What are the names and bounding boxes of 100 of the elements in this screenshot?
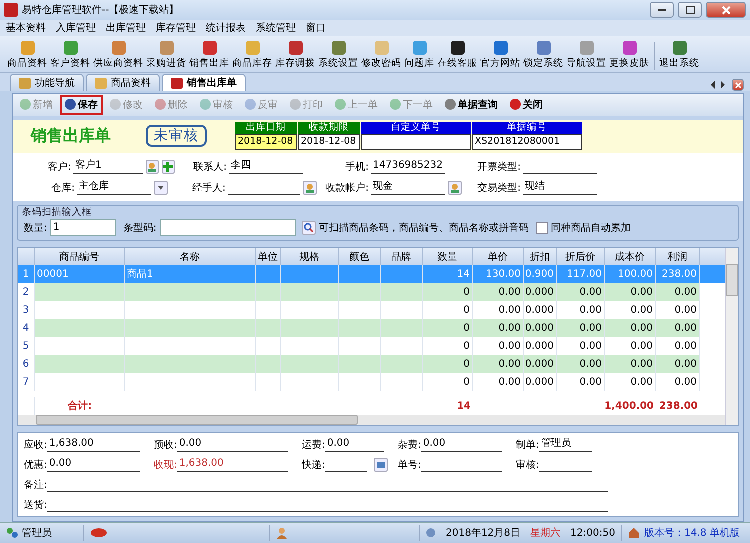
toolbar-button[interactable]: 系统设置 bbox=[317, 41, 360, 70]
toolbar-button[interactable]: 库存调拨 bbox=[274, 41, 317, 70]
table-cell: 0.00 bbox=[630, 322, 653, 334]
table-row[interactable]: 7 0 0.00 0.000 0.00 0.00 0.00 bbox=[18, 373, 725, 392]
toolbar-button[interactable]: 锁定系统 bbox=[522, 41, 565, 70]
checkbox[interactable] bbox=[536, 222, 548, 234]
field-label: 送货: bbox=[24, 498, 48, 512]
row-number: 7 bbox=[22, 376, 30, 388]
table-cell: 0.00 bbox=[580, 286, 602, 298]
input-field[interactable]: 0.00 bbox=[421, 437, 502, 452]
field-label: 预收: bbox=[154, 438, 178, 452]
toolbar-button[interactable]: 销售出库 bbox=[188, 41, 231, 70]
checkbox-label: 同种商品自动累加 bbox=[550, 222, 631, 235]
input-field[interactable]: 0.00 bbox=[325, 437, 384, 452]
toolbar-button[interactable]: 保存 bbox=[60, 94, 103, 115]
toolbar-button[interactable]: 商品库存 bbox=[231, 41, 274, 70]
close-button[interactable] bbox=[706, 2, 746, 18]
toolbar-button[interactable]: 采购进货 bbox=[145, 41, 188, 70]
toolbar-button[interactable]: 供应商资料 bbox=[92, 41, 145, 70]
close-icon bbox=[722, 6, 730, 14]
input-field[interactable]: 1 bbox=[50, 219, 116, 236]
toolbar-button[interactable]: 问题库 bbox=[403, 41, 436, 70]
input-field[interactable] bbox=[361, 134, 471, 150]
table-cell: 100.00 bbox=[618, 268, 653, 280]
add-button[interactable] bbox=[162, 160, 175, 174]
menu-item[interactable]: 窗口 bbox=[306, 21, 326, 35]
menu-item[interactable]: 入库管理 bbox=[56, 21, 96, 35]
menu-item[interactable]: 系统管理 bbox=[256, 21, 296, 35]
input-field[interactable]: 2018-12-08 bbox=[298, 134, 360, 150]
table-row[interactable]: 2 0 0.00 0.000 0.00 0.00 0.00 bbox=[18, 283, 725, 302]
date-text: 2018年12月8日 bbox=[446, 527, 521, 540]
menu-item[interactable]: 基本资料 bbox=[6, 21, 46, 35]
input-field[interactable]: 14736985232 bbox=[371, 159, 445, 174]
input-field[interactable]: 李四 bbox=[229, 159, 303, 174]
toolbar-button[interactable]: 客户资料 bbox=[49, 41, 92, 70]
field-label: 快递: bbox=[302, 458, 326, 472]
tab[interactable]: 销售出库单 bbox=[162, 74, 246, 91]
square-icon bbox=[112, 41, 126, 55]
input-field[interactable]: 2018-12-08 bbox=[235, 134, 297, 150]
table-cell: 14 bbox=[457, 268, 470, 280]
tab[interactable]: 功能导航 bbox=[10, 74, 84, 91]
square-icon bbox=[95, 78, 107, 88]
table-cell: 0.00 bbox=[674, 340, 697, 352]
toolbar-button[interactable]: 商品资料 bbox=[6, 41, 49, 70]
toolbar-button[interactable]: 退出系统 bbox=[658, 41, 701, 70]
input-field[interactable]: 管理员 bbox=[539, 437, 592, 452]
toolbar-button[interactable]: 官方网站 bbox=[479, 41, 522, 70]
input-field[interactable]: 0.00 bbox=[47, 457, 140, 472]
dropdown-button[interactable] bbox=[154, 180, 168, 195]
toolbar-button[interactable]: 在线客服 bbox=[436, 41, 479, 70]
lookup-button[interactable] bbox=[448, 180, 462, 195]
field-label: 客户: bbox=[47, 160, 72, 174]
close-tab-button[interactable] bbox=[732, 79, 744, 91]
maximize-button[interactable] bbox=[678, 2, 702, 18]
table-cell: 0.00 bbox=[498, 286, 521, 298]
square-icon bbox=[171, 78, 183, 88]
input-field[interactable]: 现金 bbox=[371, 180, 445, 196]
picker-button[interactable] bbox=[374, 458, 388, 472]
circle-icon bbox=[290, 99, 301, 110]
vertical-scrollbar[interactable] bbox=[725, 248, 738, 425]
input-field[interactable]: 1,638.00 bbox=[47, 437, 140, 452]
square-icon bbox=[20, 41, 34, 55]
table-cell: 0.00 bbox=[498, 304, 521, 316]
table-row[interactable]: 4 0 0.00 0.000 0.00 0.00 0.00 bbox=[18, 319, 725, 338]
tab[interactable]: 商品资料 bbox=[86, 74, 160, 91]
input-field[interactable]: 0.00 bbox=[177, 437, 288, 452]
toolbar-button[interactable]: 单据查询 bbox=[440, 94, 503, 115]
field-label: 应收: bbox=[24, 438, 48, 452]
search-button[interactable] bbox=[302, 220, 316, 235]
table-cell: 0 bbox=[464, 340, 470, 352]
table-cell: 0.00 bbox=[580, 376, 602, 388]
table-cell: 0.000 bbox=[525, 322, 554, 334]
toolbar-button[interactable]: 关闭 bbox=[505, 94, 548, 115]
lookup-button[interactable] bbox=[303, 180, 317, 195]
input-field[interactable]: XS201812080001 bbox=[472, 134, 582, 150]
toolbar-button[interactable]: 更换皮肤 bbox=[608, 41, 651, 70]
input-field[interactable] bbox=[160, 219, 296, 236]
horizontal-scrollbar[interactable] bbox=[18, 415, 725, 425]
table-cell: 0.00 bbox=[498, 340, 521, 352]
table-cell: 0.00 bbox=[580, 304, 602, 316]
input-field[interactable]: 主仓库 bbox=[77, 180, 151, 196]
lookup-button[interactable] bbox=[146, 160, 159, 174]
menu-item[interactable]: 统计报表 bbox=[206, 21, 246, 35]
square-icon bbox=[288, 41, 302, 55]
totals-label: 合计: bbox=[68, 400, 92, 413]
table-cell: 0.000 bbox=[525, 286, 554, 298]
table-row[interactable]: 6 0 0.00 0.000 0.00 0.00 0.00 bbox=[18, 355, 725, 374]
table-cell: 14 bbox=[457, 400, 471, 412]
circle-icon bbox=[20, 99, 31, 110]
menu-item[interactable]: 出库管理 bbox=[106, 21, 146, 35]
table-cell: 0 bbox=[464, 304, 470, 316]
minimize-button[interactable] bbox=[650, 2, 674, 18]
input-field[interactable]: 现结 bbox=[523, 180, 597, 196]
row-number: 6 bbox=[22, 358, 30, 370]
toolbar-button[interactable]: 修改密码 bbox=[360, 41, 403, 70]
menu-item[interactable]: 库存管理 bbox=[156, 21, 196, 35]
input-field[interactable]: 客户1 bbox=[73, 159, 143, 174]
input-field[interactable]: 1,638.00 bbox=[177, 457, 288, 472]
field-label: 备注: bbox=[24, 478, 48, 492]
toolbar-button[interactable]: 导航设置 bbox=[565, 41, 608, 70]
